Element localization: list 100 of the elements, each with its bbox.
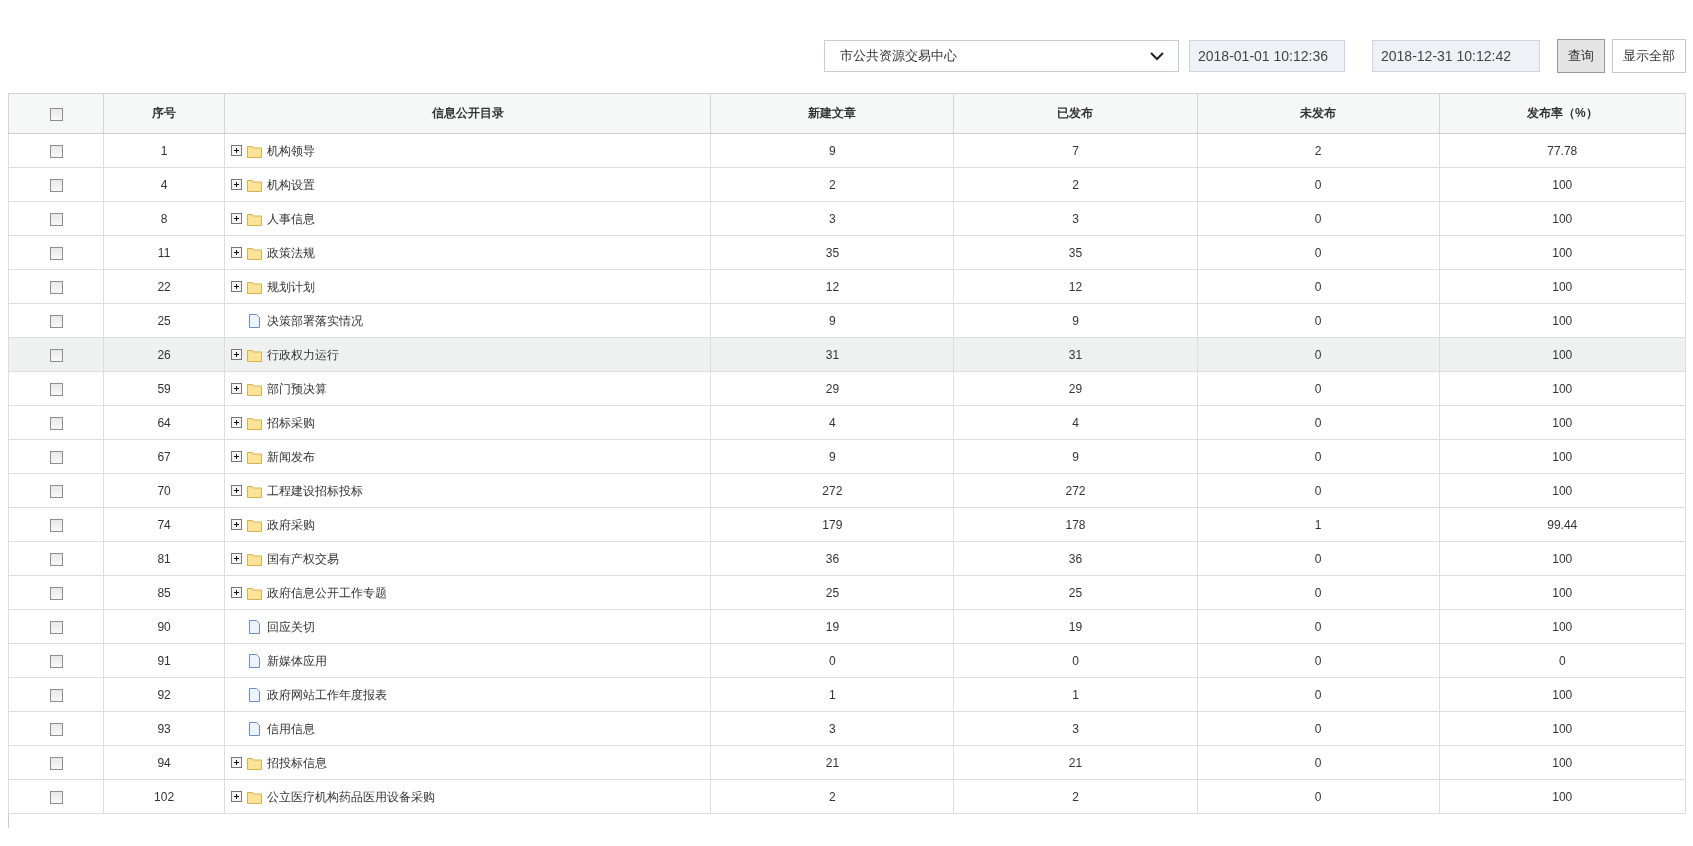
- checkbox[interactable]: [49, 756, 63, 770]
- cell: 36: [710, 541, 954, 576]
- directory-name[interactable]: 工程建设招标投标: [267, 483, 364, 498]
- directory-name[interactable]: 回应关切: [267, 619, 316, 634]
- directory-name[interactable]: 公立医疗机构药品医用设备采购: [267, 789, 436, 804]
- checkbox[interactable]: [49, 518, 63, 532]
- directory-name[interactable]: 行政权力运行: [267, 347, 340, 362]
- checkbox[interactable]: [49, 246, 63, 260]
- cell: 2: [953, 167, 1198, 202]
- expand-icon[interactable]: [231, 145, 243, 156]
- directory-name[interactable]: 部门预决算: [267, 381, 328, 396]
- column-header: 未发布: [1197, 93, 1440, 134]
- directory-name[interactable]: 政府采购: [267, 517, 316, 532]
- organization-dropdown[interactable]: 市公共资源交易中心: [824, 40, 1179, 72]
- directory-name[interactable]: 机构领导: [267, 143, 316, 158]
- directory-name[interactable]: 国有产权交易: [267, 551, 340, 566]
- cell: 0: [1439, 643, 1686, 678]
- end-date-field[interactable]: 2018-12-31 10:12:42: [1372, 40, 1540, 72]
- directory-name[interactable]: 新媒体应用: [267, 653, 328, 668]
- cell: 2: [953, 779, 1198, 814]
- cell: 29: [710, 371, 954, 406]
- directory-name[interactable]: 信用信息: [267, 721, 316, 736]
- directory-name[interactable]: 政府网站工作年度报表: [267, 687, 388, 702]
- cell: 1: [953, 677, 1198, 712]
- directory-name[interactable]: 政策法规: [267, 245, 316, 260]
- checkbox[interactable]: [49, 450, 63, 464]
- checkbox[interactable]: [49, 212, 63, 226]
- expand-icon[interactable]: [231, 213, 243, 224]
- folder-icon: [247, 517, 263, 532]
- checkbox[interactable]: [49, 688, 63, 702]
- checkbox[interactable]: [49, 280, 63, 294]
- cell: 100: [1439, 575, 1686, 610]
- expand-icon[interactable]: [231, 281, 243, 292]
- cell: 0: [1197, 609, 1440, 644]
- checkbox[interactable]: [49, 722, 63, 736]
- column-header: 序号: [103, 93, 225, 134]
- cell: 0: [1197, 337, 1440, 372]
- checkbox[interactable]: [49, 416, 63, 430]
- directory-name[interactable]: 政府信息公开工作专题: [267, 585, 388, 600]
- directory-name[interactable]: 决策部署落实情况: [267, 313, 364, 328]
- cell: 100: [1439, 677, 1686, 712]
- directory-name[interactable]: 招投标信息: [267, 755, 328, 770]
- cell: 7: [953, 133, 1198, 168]
- cell: 1: [1197, 507, 1440, 542]
- directory-name[interactable]: 人事信息: [267, 211, 316, 226]
- search-button[interactable]: 查询: [1557, 39, 1605, 73]
- cell: 0: [1197, 371, 1440, 406]
- checkbox[interactable]: [49, 790, 63, 804]
- cell: 100: [1439, 711, 1686, 746]
- checkbox[interactable]: [49, 144, 63, 158]
- cell: 0: [1197, 677, 1440, 712]
- checkbox[interactable]: [49, 107, 63, 121]
- checkbox[interactable]: [49, 314, 63, 328]
- directory-name[interactable]: 机构设置: [267, 177, 316, 192]
- checkbox[interactable]: [49, 382, 63, 396]
- cell: 3: [953, 201, 1198, 236]
- chevron-down-icon: [1150, 51, 1164, 61]
- checkbox[interactable]: [49, 654, 63, 668]
- cell: 25: [710, 575, 954, 610]
- row-number: 67: [103, 439, 225, 474]
- folder-icon: [247, 177, 263, 192]
- expand-icon[interactable]: [231, 553, 243, 564]
- expand-icon[interactable]: [231, 383, 243, 394]
- expand-icon[interactable]: [231, 451, 243, 462]
- expand-icon[interactable]: [231, 417, 243, 428]
- expand-icon[interactable]: [231, 349, 243, 360]
- start-date-field[interactable]: 2018-01-01 10:12:36: [1189, 40, 1345, 72]
- directory-name[interactable]: 招标采购: [267, 415, 316, 430]
- checkbox[interactable]: [49, 484, 63, 498]
- row-number: 93: [103, 711, 225, 746]
- directory-name[interactable]: 新闻发布: [267, 449, 316, 464]
- cell: 19: [710, 609, 954, 644]
- expand-icon[interactable]: [231, 485, 243, 496]
- cell: 100: [1439, 167, 1686, 202]
- checkbox[interactable]: [49, 552, 63, 566]
- column-header: 发布率（%）: [1439, 93, 1686, 134]
- cell: 25: [953, 575, 1198, 610]
- show-all-button[interactable]: 显示全部: [1612, 39, 1686, 73]
- checkbox[interactable]: [49, 586, 63, 600]
- cell: 0: [1197, 235, 1440, 270]
- checkbox[interactable]: [49, 178, 63, 192]
- checkbox[interactable]: [49, 348, 63, 362]
- expand-icon[interactable]: [231, 179, 243, 190]
- cell: 21: [953, 745, 1198, 780]
- cell: 21: [710, 745, 954, 780]
- expand-icon[interactable]: [231, 757, 243, 768]
- expand-icon[interactable]: [231, 519, 243, 530]
- checkbox[interactable]: [49, 620, 63, 634]
- expand-icon[interactable]: [231, 791, 243, 802]
- cell: 9: [953, 439, 1198, 474]
- expand-icon[interactable]: [231, 247, 243, 258]
- cell: 100: [1439, 337, 1686, 372]
- row-number: 92: [103, 677, 225, 712]
- cell: 4: [710, 405, 954, 440]
- directory-name[interactable]: 规划计划: [267, 279, 316, 294]
- row-number: 91: [103, 643, 225, 678]
- highlighted-row[interactable]: 26 行政权力运行 31 31 0 100: [8, 337, 1686, 372]
- expand-icon[interactable]: [231, 587, 243, 598]
- column-header: 新建文章: [710, 93, 954, 134]
- row-number: 1: [103, 133, 225, 168]
